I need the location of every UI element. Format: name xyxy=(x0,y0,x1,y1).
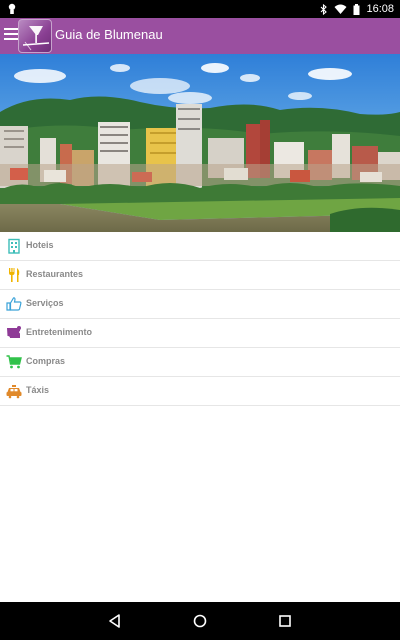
app-bar: Guia de Blumenau xyxy=(0,18,400,54)
category-label: Táxis xyxy=(26,385,50,395)
shopping-cart-icon xyxy=(6,355,22,369)
category-item-restaurantes[interactable]: Restaurantes xyxy=(0,261,400,290)
system-nav-bar xyxy=(0,602,400,640)
wine-glass-icon xyxy=(22,26,50,51)
category-item-servicos[interactable]: Serviços xyxy=(0,290,400,319)
category-label: Compras xyxy=(26,356,66,366)
wifi-icon xyxy=(334,4,347,14)
battery-icon xyxy=(353,3,360,15)
thumbs-up-icon xyxy=(6,297,22,311)
taxi-icon xyxy=(6,385,22,399)
category-item-compras[interactable]: Compras xyxy=(0,348,400,377)
fork-knife-icon xyxy=(9,268,20,282)
recent-apps-icon[interactable] xyxy=(276,612,294,630)
android-notification-icon xyxy=(8,3,16,14)
category-item-taxis[interactable]: Táxis xyxy=(0,377,400,406)
category-label: Hoteis xyxy=(26,240,54,250)
category-label: Serviços xyxy=(26,298,64,308)
status-clock: 16:08 xyxy=(366,3,394,15)
city-skyline-image xyxy=(0,54,400,232)
menu-icon[interactable] xyxy=(4,28,18,42)
category-label: Entretenimento xyxy=(26,327,93,337)
status-bar: 16:08 xyxy=(0,0,400,18)
app-title: Guia de Blumenau xyxy=(55,27,163,42)
app-logo xyxy=(18,19,52,53)
ticket-icon xyxy=(7,326,21,338)
category-list: Hoteis Restaurantes Serviços Entretenime… xyxy=(0,232,400,406)
category-label: Restaurantes xyxy=(26,269,84,279)
city-skyline-illustration xyxy=(0,54,400,232)
category-item-hoteis[interactable]: Hoteis xyxy=(0,232,400,261)
hotel-icon xyxy=(8,238,20,254)
bluetooth-icon xyxy=(321,3,328,15)
category-item-entretenimento[interactable]: Entretenimento xyxy=(0,319,400,348)
home-icon[interactable] xyxy=(191,612,209,630)
back-icon[interactable] xyxy=(106,612,124,630)
